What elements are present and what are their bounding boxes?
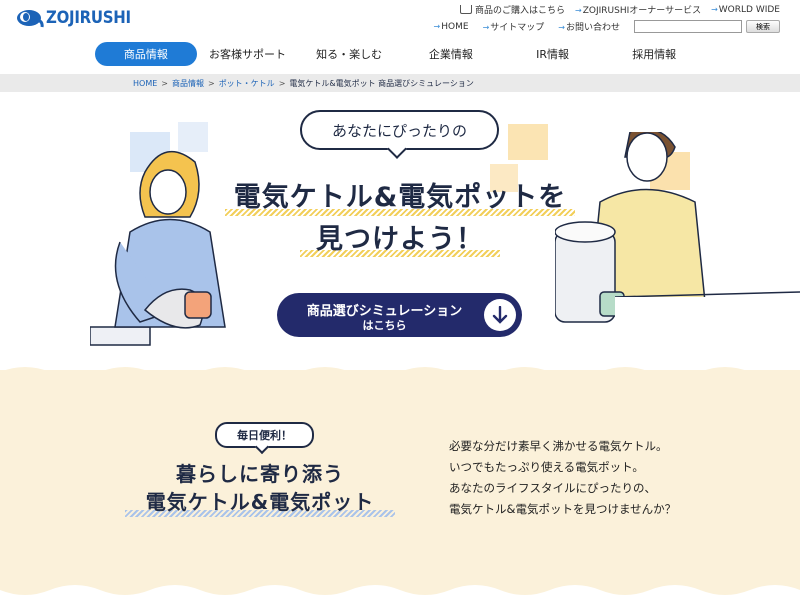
- hero-title-line2: 見つけよう！: [316, 224, 484, 255]
- nav-item-support[interactable]: お客様サポート: [197, 42, 299, 66]
- global-nav: 商品情報 お客様サポート 知る・楽しむ 企業情報 IR情報 採用情報: [95, 42, 705, 66]
- nav-item-recruit[interactable]: 採用情報: [603, 42, 705, 66]
- nav-item-products[interactable]: 商品情報: [95, 42, 197, 66]
- nav-item-ir[interactable]: IR情報: [502, 42, 604, 66]
- breadcrumb-current: 電気ケトル&電気ポット 商品選びシミュレーション: [289, 78, 474, 88]
- arrow-icon: →: [711, 4, 718, 14]
- decor-block: [508, 124, 548, 160]
- world-wide-label: WORLD WIDE: [718, 4, 780, 15]
- daily-convenient-tag: 毎日便利！: [215, 422, 314, 448]
- nav-item-learn[interactable]: 知る・楽しむ: [298, 42, 400, 66]
- logo-wordmark: ZOJIRUSHI: [46, 8, 131, 28]
- section-title-line1: 暮らしに寄り添う: [176, 462, 344, 486]
- description-line: あなたのライフスタイルにぴったりの、: [449, 481, 656, 495]
- breadcrumb-products[interactable]: 商品情報: [172, 78, 204, 89]
- breadcrumb-separator: >: [207, 78, 215, 88]
- description-line: 必要な分だけ素早く沸かせる電気ケトル。: [449, 439, 668, 453]
- description-line: いつでもたっぷり使える電気ポット。: [449, 460, 644, 474]
- owner-service-link[interactable]: →ZOJIRUSHIオーナーサービス: [575, 3, 701, 16]
- intro-section: 毎日便利！ 暮らしに寄り添う 電気ケトル&電気ポット 必要な分だけ素早く沸かせる…: [0, 367, 800, 600]
- purchase-label: 商品のご購入はこちら: [475, 6, 566, 16]
- sitemap-label: サイトマップ: [490, 23, 545, 33]
- breadcrumb: HOME > 商品情報 > ポット・ケトル > 電気ケトル&電気ポット 商品選び…: [0, 74, 800, 92]
- home-link[interactable]: →HOME: [434, 22, 469, 32]
- arrow-icon: →: [433, 21, 441, 31]
- nav-item-company[interactable]: 企業情報: [400, 42, 502, 66]
- arrow-icon: →: [482, 23, 490, 32]
- breadcrumb-separator: >: [278, 78, 286, 88]
- arrow-icon: →: [558, 23, 565, 32]
- wavy-edge-decoration: [0, 367, 800, 378]
- cta-label-line2: はこちら: [362, 319, 407, 332]
- sitemap-link[interactable]: →サイトマップ: [483, 20, 545, 33]
- purchase-link[interactable]: 商品のご購入はこちら: [460, 3, 565, 16]
- elephant-logo-icon: [17, 10, 44, 28]
- cart-icon: [460, 5, 472, 14]
- zojirushi-logo[interactable]: ZOJIRUSHI: [16, 8, 142, 28]
- hero-speech-bubble: あなたにぴったりの: [300, 110, 499, 150]
- section-title-line2: 電気ケトル&電気ポット: [145, 490, 375, 514]
- hero-section: あなたにぴったりの 電気ケトル&電気ポットを 見つけよう！ 商品選びシミュレーシ…: [0, 92, 800, 370]
- hero-title-line1: 電気ケトル&電気ポットを: [233, 182, 567, 213]
- home-label: HOME: [441, 21, 469, 32]
- breadcrumb-pot-kettle[interactable]: ポット・ケトル: [219, 78, 275, 89]
- search-input[interactable]: [634, 20, 742, 33]
- world-wide-link[interactable]: →WORLD WIDE: [711, 5, 780, 15]
- section-description: 必要な分だけ素早く沸かせる電気ケトル。 いつでもたっぷり使える電気ポット。 あな…: [449, 436, 676, 520]
- utility-nav: 商品のご購入はこちら →ZOJIRUSHIオーナーサービス →WORLD WID…: [434, 3, 780, 33]
- arrow-icon: →: [575, 6, 582, 15]
- wavy-edge-decoration: [0, 585, 800, 600]
- contact-link[interactable]: →お問い合わせ: [558, 20, 620, 33]
- search-button[interactable]: 検索: [746, 20, 780, 33]
- breadcrumb-separator: >: [161, 78, 168, 88]
- owner-service-label: ZOJIRUSHIオーナーサービス: [582, 6, 702, 16]
- breadcrumb-home[interactable]: HOME: [133, 79, 157, 88]
- simulation-cta-button[interactable]: 商品選びシミュレーション はこちら: [277, 293, 522, 337]
- description-line: 電気ケトル&電気ポットを見つけませんか？: [449, 502, 677, 516]
- arrow-down-icon: [484, 299, 516, 331]
- contact-label: お問い合わせ: [565, 23, 620, 33]
